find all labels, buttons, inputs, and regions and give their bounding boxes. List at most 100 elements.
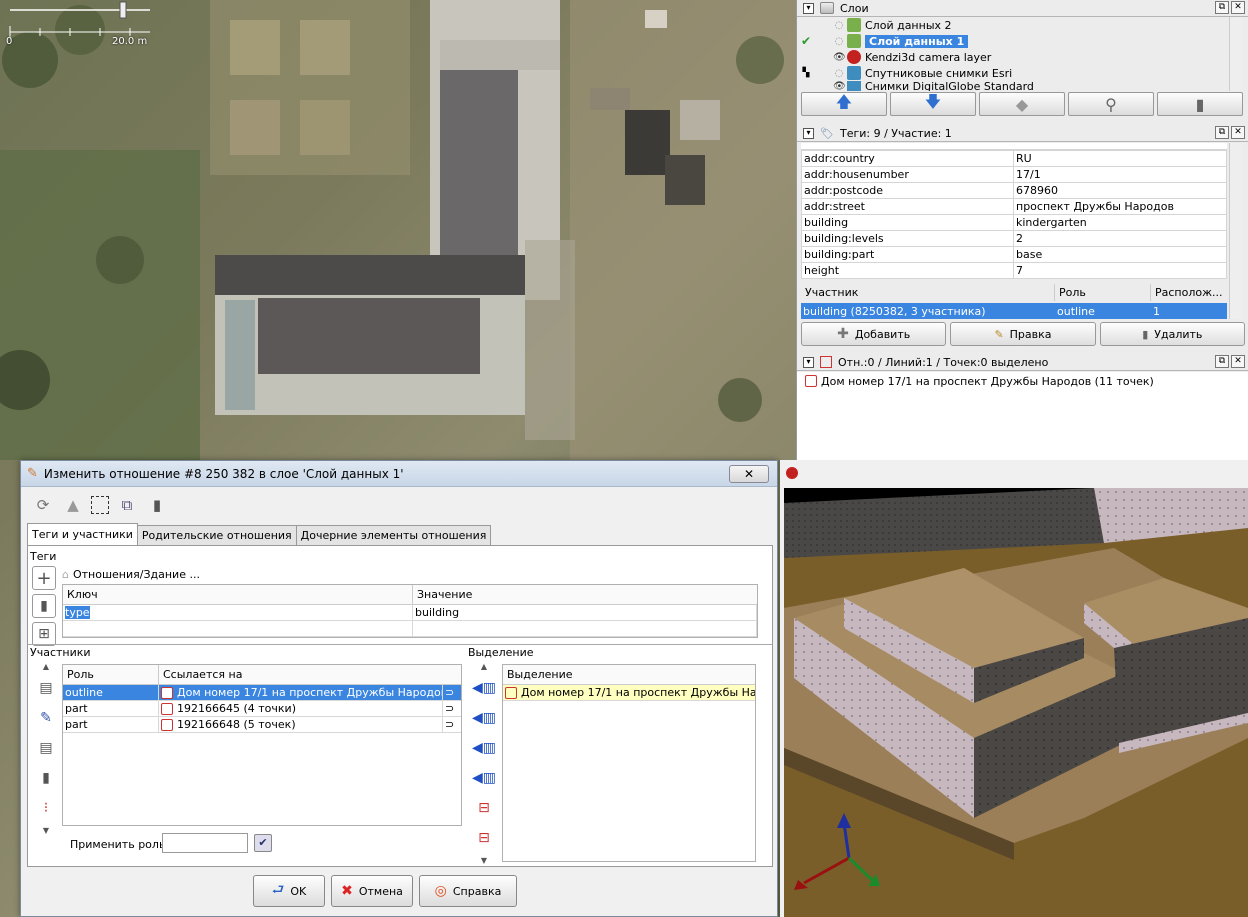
empty-tag-row[interactable] — [63, 621, 757, 637]
apply-role-input[interactable] — [162, 833, 248, 853]
close-panel-button[interactable]: ✕ — [1231, 355, 1245, 368]
eye-icon[interactable]: 👁 — [833, 52, 846, 63]
tab-parent-relations[interactable]: Родительские отношения — [136, 525, 297, 545]
apply-role-button[interactable]: ✔ — [254, 834, 272, 852]
tag-row[interactable]: addr:street проспект Дружбы Народов — [801, 198, 1227, 215]
tag-row[interactable]: building:levels 2 — [801, 230, 1227, 247]
duplicate-icon[interactable]: ⧉ — [115, 493, 139, 517]
sort-selected-icon[interactable]: ⊟ — [472, 826, 496, 850]
tag-row[interactable]: height 7 — [801, 262, 1227, 279]
move-down-button[interactable]: 🡇 — [890, 92, 976, 116]
tags-table: addr:country RU addr:housenumber 17/1 addr… — [801, 150, 1227, 279]
visibility-icon: ⚲ — [1105, 94, 1117, 114]
position-column-header[interactable]: Располож... — [1151, 284, 1227, 301]
hidden-eye-icon[interactable]: ◌ — [833, 20, 845, 31]
merge-icon: ◆ — [1015, 94, 1029, 114]
dialog-titlebar[interactable]: ✎ Изменить отношение #8 250 382 в слое '… — [21, 461, 777, 487]
kendzi3d-titlebar[interactable] — [780, 460, 1248, 486]
hidden-eye-icon[interactable]: ◌ — [833, 68, 845, 79]
selection-column-header[interactable]: Выделение — [503, 665, 755, 684]
tag-row[interactable]: building:part base — [801, 246, 1227, 263]
members-grid-header: Роль Ссылается на — [63, 665, 461, 685]
tab-tags-members[interactable]: Теги и участники — [27, 523, 138, 545]
paste-tags-icon[interactable]: ⊞ — [32, 622, 56, 646]
add-at-start-icon[interactable]: ◀▥ — [472, 676, 496, 700]
detach-button[interactable]: ⧉ — [1215, 355, 1229, 368]
detach-button[interactable]: ⧉ — [1215, 1, 1229, 14]
selection-item[interactable]: Дом номер 17/1 на проспект Дружбы Народо… — [797, 372, 1248, 390]
tag-key-cell[interactable]: type — [63, 605, 413, 620]
tag-row[interactable]: building kindergarten — [801, 214, 1227, 231]
3d-scene[interactable] — [784, 488, 1248, 917]
edit-member-icon[interactable]: ✎ — [34, 706, 58, 730]
scroll-up-icon[interactable]: ▲ — [472, 662, 496, 671]
visibility-button[interactable]: ⚲ — [1068, 92, 1154, 116]
collapse-icon[interactable]: ▾ — [803, 2, 814, 14]
key-column-header[interactable]: Ключ — [63, 585, 413, 604]
tag-row[interactable]: addr:country RU — [801, 150, 1227, 167]
detach-button[interactable]: ⧉ — [1215, 126, 1229, 139]
delete-tag-icon[interactable]: ▮ — [32, 594, 56, 618]
move-up-button[interactable]: 🡅 — [801, 92, 887, 116]
add-before-icon[interactable]: ◀▥ — [472, 706, 496, 730]
role-column-header[interactable]: Роль — [1055, 284, 1151, 301]
member-row[interactable]: outline Дом номер 17/1 на проспект Дружб… — [63, 685, 461, 701]
relation-tag-row[interactable]: type building — [63, 605, 757, 621]
role-column-header[interactable]: Роль — [63, 665, 159, 684]
delete-icon[interactable]: ▮ — [145, 493, 169, 517]
merge-button[interactable]: ◆ — [979, 92, 1065, 116]
layer-row[interactable]: ◌ Слой данных 2 — [797, 17, 1229, 33]
collapse-icon[interactable]: ▾ — [803, 356, 814, 368]
preset-link[interactable]: ⌂ Отношения/Здание ... — [62, 566, 200, 582]
move-member-down-icon[interactable]: ▤ — [34, 736, 58, 760]
layer-row[interactable]: ▚ ◌ Спутниковые снимки Esri — [797, 65, 1229, 81]
eye-icon[interactable]: 👁 — [833, 81, 846, 91]
refers-column-header[interactable]: Ссылается на — [159, 665, 461, 684]
tags-panel-header[interactable]: ▾ 🏷 Теги: 9 / Участие: 1 ⧉ ✕ — [797, 125, 1248, 142]
add-tag-button[interactable]: ✚ Добавить — [801, 322, 947, 346]
select-icon[interactable] — [91, 496, 109, 514]
layer-row[interactable]: 👁 Снимки DigitalGlobe Standard — [797, 81, 1229, 91]
add-tag-icon[interactable]: + — [32, 566, 56, 590]
help-button[interactable]: ◎ Справка — [419, 875, 517, 907]
add-at-end-icon[interactable]: ◀▥ — [472, 766, 496, 790]
layers-panel-header[interactable]: ▾ Слои ⧉ ✕ — [797, 0, 1248, 17]
tag-row[interactable]: addr:postcode 678960 — [801, 182, 1227, 199]
delete-tag-button[interactable]: ▮ Удалить — [1099, 322, 1245, 346]
member-row[interactable]: part 192166645 (4 точки) ⊃ — [63, 701, 461, 717]
value-column-header[interactable]: Значение — [413, 585, 757, 604]
zoom-icon[interactable]: ▲ — [61, 493, 85, 517]
scroll-down-icon[interactable]: ▼ — [34, 826, 58, 835]
membership-row[interactable]: building (8250382, 3 участника) outline … — [801, 303, 1227, 319]
add-after-icon[interactable]: ◀▥ — [472, 736, 496, 760]
layers-scrollbar[interactable] — [1229, 17, 1243, 91]
tag-row[interactable]: addr:housenumber 17/1 — [801, 166, 1227, 183]
tab-child-elements[interactable]: Дочерние элементы отношения — [295, 525, 492, 545]
remove-selected-icon[interactable]: ⊟ — [472, 796, 496, 820]
sort-members-icon[interactable]: ⁝ — [34, 796, 58, 820]
tags-scrollbar[interactable] — [1229, 143, 1243, 319]
selection-row[interactable]: Дом номер 17/1 на проспект Дружбы Наро..… — [503, 685, 755, 701]
ok-label: OK — [290, 884, 307, 898]
layer-row-active[interactable]: ✔ ◌ Слой данных 1 — [797, 33, 1229, 49]
edit-tag-button[interactable]: ✎ Правка — [950, 322, 1096, 346]
scroll-up-icon[interactable]: ▲ — [34, 662, 58, 671]
tag-key: building — [801, 214, 1014, 231]
ok-button[interactable]: ⮐ OK — [253, 875, 325, 907]
collapse-icon[interactable]: ▾ — [803, 127, 814, 139]
selection-panel-header[interactable]: ▾ Отн.:0 / Линий:1 / Точек:0 выделено ⧉ … — [797, 354, 1248, 371]
member-column-header[interactable]: Участник — [801, 284, 1055, 301]
close-panel-button[interactable]: ✕ — [1231, 126, 1245, 139]
close-panel-button[interactable]: ✕ — [1231, 1, 1245, 14]
refresh-icon[interactable]: ⟳ — [31, 493, 55, 517]
close-dialog-button[interactable]: ✕ — [729, 465, 769, 483]
hidden-eye-icon[interactable]: ◌ — [833, 36, 845, 47]
remove-member-icon[interactable]: ▮ — [34, 766, 58, 790]
layer-row[interactable]: 👁 Kendzi3d camera layer — [797, 49, 1229, 65]
delete-layer-button[interactable]: ▮ — [1157, 92, 1243, 116]
move-member-up-icon[interactable]: ▤ — [34, 676, 58, 700]
scroll-down-icon[interactable]: ▼ — [472, 856, 496, 865]
tag-value[interactable]: building — [413, 605, 757, 620]
member-row[interactable]: part 192166648 (5 точек) ⊃ — [63, 717, 461, 733]
cancel-button[interactable]: ✖ Отмена — [331, 875, 413, 907]
